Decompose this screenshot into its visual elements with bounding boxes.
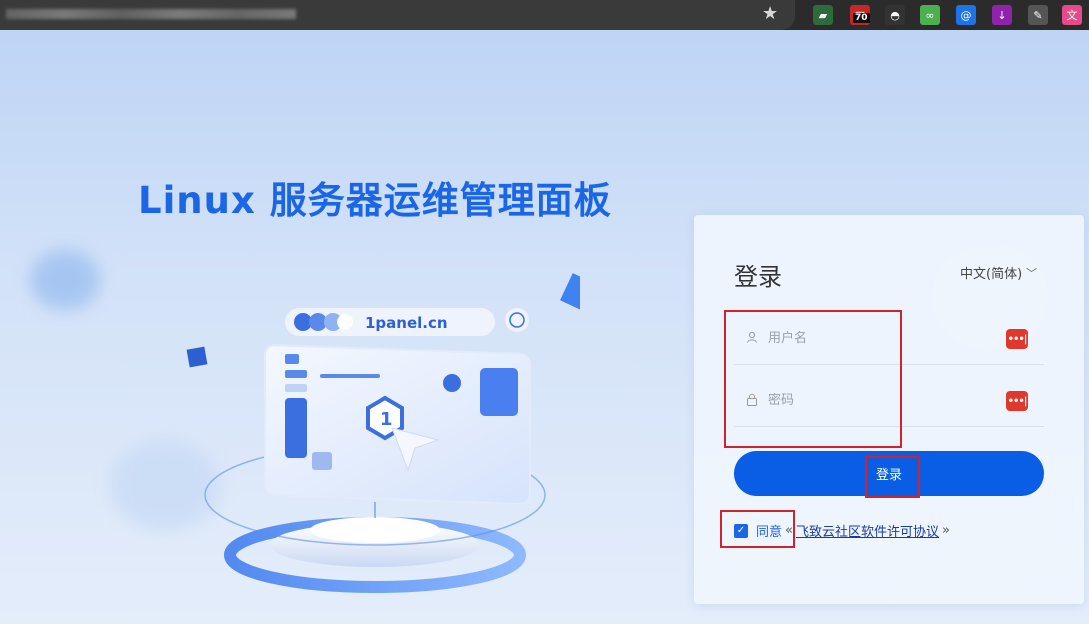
- star-icon[interactable]: ★: [762, 3, 778, 24]
- annotation-box-agree: [720, 510, 795, 548]
- password-manager-icon[interactable]: •••|: [1006, 329, 1028, 349]
- pin-ext-icon[interactable]: ✎: [1028, 5, 1048, 25]
- page-headline: Linux 服务器运维管理面板: [138, 179, 612, 222]
- mail-ext-icon[interactable]: @: [956, 5, 976, 25]
- blurred-url: [6, 9, 296, 19]
- chevron-down-icon: ﹀: [1026, 266, 1038, 280]
- language-selector[interactable]: 中文(简体) ﹀: [960, 263, 1038, 283]
- hero-illustration: 1panel.cn 1: [186, 273, 580, 593]
- illustration-url: 1panel.cn: [365, 314, 448, 332]
- browser-toolbar: ★ ▰▦◓∞@↓✎文 70: [0, 0, 1089, 30]
- svg-text:1: 1: [380, 409, 393, 430]
- translate-ext-icon[interactable]: 文: [1062, 5, 1082, 25]
- annotation-box-login-button: [865, 456, 920, 498]
- password-manager-icon[interactable]: •••|: [1006, 391, 1028, 411]
- wallet-ext-icon[interactable]: ▰: [813, 5, 833, 25]
- license-link[interactable]: 飞致云社区软件许可协议: [796, 521, 939, 540]
- login-title: 登录: [734, 263, 782, 291]
- annotation-box-credentials: [724, 310, 902, 448]
- decor-blob: [30, 250, 100, 310]
- language-label: 中文(简体): [960, 267, 1023, 282]
- extension-badge: 70: [853, 13, 870, 23]
- license-close-quote: »: [942, 523, 950, 538]
- download-ext-icon[interactable]: ↓: [992, 5, 1012, 25]
- ninja-ext-icon[interactable]: ◓: [885, 5, 905, 25]
- address-bar[interactable]: ★: [0, 0, 795, 30]
- link-ext-icon[interactable]: ∞: [920, 5, 940, 25]
